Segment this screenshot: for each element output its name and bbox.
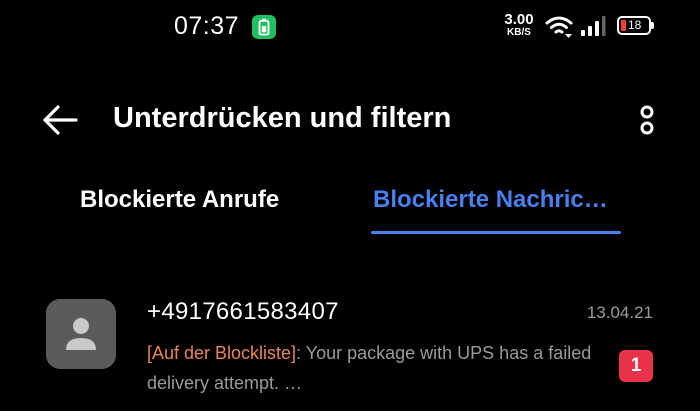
unread-count-badge: 1: [619, 350, 653, 382]
signal-icon: [580, 15, 606, 42]
battery-saver-icon: [252, 15, 276, 39]
page-title: Unterdrücken und filtern: [113, 102, 452, 134]
more-options-icon[interactable]: [632, 104, 662, 138]
message-date: 13.04.21: [586, 303, 653, 322]
message-preview: [Auf der Blockliste]: Your package with …: [147, 338, 597, 398]
network-speed: 3.00 KB/S: [498, 12, 540, 38]
network-speed-unit: KB/S: [507, 27, 531, 38]
battery-fill: [621, 20, 626, 31]
battery-icon: 18: [617, 16, 654, 35]
avatar: [46, 299, 116, 369]
status-time: 07:37: [174, 12, 240, 40]
person-icon: [66, 318, 96, 350]
tab-blocked-messages[interactable]: Blockierte Nachric…: [373, 186, 608, 214]
battery-cap: [651, 22, 654, 29]
battery-level: 18: [628, 18, 642, 32]
blocklist-tag: [Auf der Blockliste]: [147, 343, 297, 363]
tab-blocked-calls[interactable]: Blockierte Anrufe: [80, 186, 279, 214]
network-speed-value: 3.00: [504, 11, 534, 28]
active-tab-indicator: [371, 231, 621, 234]
back-arrow-icon[interactable]: [42, 104, 78, 141]
wifi-icon: [545, 14, 573, 43]
message-sender: +4917661583407: [147, 298, 339, 325]
status-bar: 07:37 3.00 KB/S 18: [0, 0, 700, 56]
message-list-item[interactable]: +4917661583407 13.04.21 [Auf der Blockli…: [0, 286, 700, 411]
